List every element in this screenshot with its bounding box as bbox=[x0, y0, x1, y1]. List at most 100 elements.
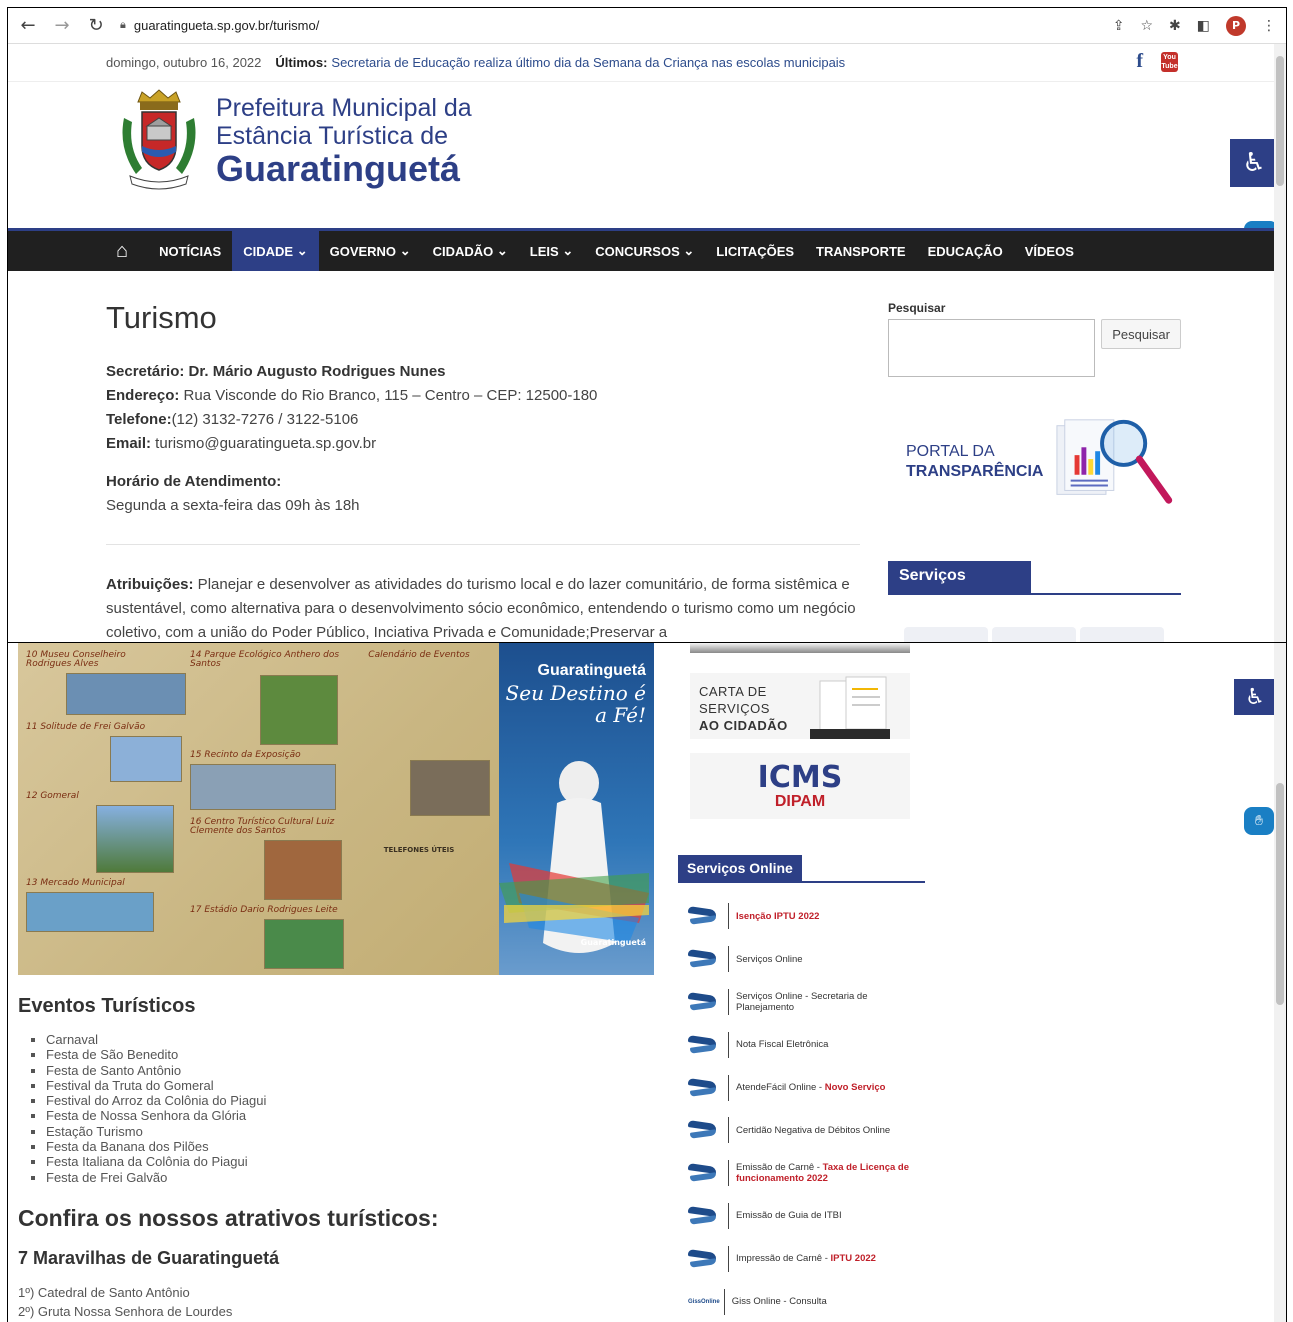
scrollbar[interactable] bbox=[1274, 643, 1286, 1322]
header-title-city: Guaratinguetá bbox=[216, 148, 461, 189]
nav-cidadao[interactable]: CIDADÃO ⌄ bbox=[422, 231, 519, 271]
service-logo-icon bbox=[688, 1204, 718, 1228]
youtube-icon[interactable]: You Tube bbox=[1161, 51, 1178, 72]
facebook-icon[interactable]: f bbox=[1136, 50, 1143, 73]
page-title: Turismo bbox=[106, 300, 217, 335]
latest-news-link[interactable]: Secretaria de Educação realiza último di… bbox=[331, 55, 845, 70]
nav-cidade[interactable]: CIDADE ⌄ bbox=[232, 231, 319, 271]
secretary-info: Secretário: Dr. Mário Augusto Rodrigues … bbox=[106, 363, 446, 380]
list-item: 2º) Gruta Nossa Senhora de Lourdes bbox=[18, 1303, 233, 1319]
icms-dipam-banner[interactable]: ICMS DIPAM bbox=[690, 753, 910, 819]
brochure-logo-text: Guaratinguetá bbox=[580, 938, 646, 947]
nav-governo[interactable]: GOVERNO ⌄ bbox=[319, 231, 422, 271]
profile-avatar[interactable]: P bbox=[1226, 15, 1246, 36]
star-icon[interactable]: ☆ bbox=[1140, 18, 1153, 34]
browser-window-bottom: 10 Museu Conselheiro Rodrigues Alves 11 … bbox=[7, 643, 1287, 1322]
hours-text: Segunda a sexta-feira das 09h às 18h bbox=[106, 497, 360, 514]
online-service-planning[interactable]: Serviços Online - Secretaria de Planejam… bbox=[688, 981, 928, 1024]
list-item: Festa de Nossa Senhora da Glória bbox=[46, 1108, 658, 1123]
email-link[interactable]: turismo@guaratingueta.sp.gov.br bbox=[151, 435, 376, 452]
online-service-certidao[interactable]: Certidão Negativa de Débitos Online bbox=[688, 1109, 928, 1152]
wonders-title: 7 Maravilhas de Guaratinguetá bbox=[18, 1247, 280, 1268]
online-service-itbi[interactable]: Emissão de Guia de ITBI bbox=[688, 1195, 928, 1238]
list-item: 1º) Catedral de Santo Antônio bbox=[18, 1284, 190, 1300]
online-service-carne-taxa[interactable]: Emissão de Carnê - Taxa de Licença de fu… bbox=[688, 1152, 928, 1195]
site-header[interactable]: Prefeitura Municipal da Estância Turísti… bbox=[116, 88, 472, 194]
online-services-heading: Serviços Online bbox=[678, 855, 925, 883]
email-info: Email: turismo@guaratingueta.sp.gov.br bbox=[106, 435, 377, 452]
city-crest-logo[interactable] bbox=[116, 88, 202, 194]
events-section: Eventos Turísticos Carnaval Festa de São… bbox=[18, 995, 658, 1321]
services-icons-row bbox=[904, 627, 1181, 642]
nav-educacao[interactable]: EDUCAÇÃO bbox=[917, 231, 1014, 271]
transparency-portal-banner[interactable]: PORTAL DA TRANSPARÊNCIA bbox=[888, 415, 1181, 509]
online-service-giss[interactable]: GissOnline Giss Online - Consulta bbox=[688, 1280, 928, 1322]
service-logo-icon bbox=[688, 1118, 718, 1142]
service-logo-icon bbox=[688, 1033, 718, 1057]
sidebar: Pesquisar Pesquisar PORTAL DA TRANSPARÊN… bbox=[888, 301, 1181, 642]
service-card[interactable] bbox=[1080, 627, 1164, 642]
accessibility-icon[interactable]: ♿︎ bbox=[1234, 679, 1276, 715]
service-logo-icon bbox=[688, 904, 718, 928]
attractions-title: Confira os nossos atrativos turísticos: bbox=[18, 1204, 439, 1231]
top-news-bar: domingo, outubro 16, 2022 Últimos: Secre… bbox=[8, 44, 1278, 82]
list-item: Festa da Banana dos Pilões bbox=[46, 1139, 658, 1154]
service-logo-icon bbox=[688, 1076, 718, 1100]
document-icon bbox=[810, 676, 890, 739]
nav-concursos[interactable]: CONCURSOS ⌄ bbox=[584, 231, 705, 271]
service-card[interactable] bbox=[992, 627, 1076, 642]
online-services-list: Isenção IPTU 2022 Serviços Online Serviç… bbox=[678, 895, 928, 1322]
tourism-brochure-image: 10 Museu Conselheiro Rodrigues Alves 11 … bbox=[18, 643, 654, 975]
service-logo-icon bbox=[688, 947, 718, 971]
brochure-column-2: 14 Parque Ecológico Anthero dos Santos 1… bbox=[190, 651, 344, 969]
online-service-iptu-exemption[interactable]: Isenção IPTU 2022 bbox=[688, 895, 928, 938]
main-content: Turismo Secretário: Dr. Mário Augusto Ro… bbox=[106, 298, 860, 642]
carta-servicos-banner[interactable]: CARTA DE SERVIÇOS AO CIDADÃO bbox=[690, 673, 910, 739]
list-item: Festival da Truta do Gomeral bbox=[46, 1078, 658, 1093]
lock-icon: 🔒︎ bbox=[120, 19, 126, 31]
online-service-nfe[interactable]: Nota Fiscal Eletrônica bbox=[688, 1023, 928, 1066]
nav-videos[interactable]: VÍDEOS bbox=[1014, 231, 1085, 271]
extensions-icon[interactable]: ✱ bbox=[1169, 18, 1181, 34]
nav-transporte[interactable]: TRANSPORTE bbox=[805, 231, 917, 271]
scrollbar[interactable] bbox=[1274, 44, 1286, 642]
search-button[interactable]: Pesquisar bbox=[1101, 319, 1181, 349]
online-service-carne-iptu[interactable]: Impressão de Carnê - IPTU 2022 bbox=[688, 1237, 928, 1280]
sidepanel-icon[interactable]: ◧ bbox=[1197, 18, 1210, 34]
services-heading: Serviços bbox=[888, 561, 1181, 595]
events-list: Carnaval Festa de São Benedito Festa de … bbox=[18, 1032, 658, 1185]
portal-line2: TRANSPARÊNCIA bbox=[906, 463, 1044, 480]
chevron-down-icon: ⌄ bbox=[683, 243, 695, 258]
menu-icon[interactable]: ⋮ bbox=[1262, 18, 1276, 34]
online-service-atendefacil[interactable]: AtendeFácil Online - Novo Serviço bbox=[688, 1066, 928, 1109]
reload-icon[interactable]: ↻ bbox=[86, 15, 106, 36]
statue-illustration bbox=[499, 761, 649, 953]
list-item: Festa Italiana da Colônia do Piagui bbox=[46, 1154, 658, 1169]
back-icon[interactable]: ← bbox=[18, 15, 38, 36]
service-card[interactable] bbox=[904, 627, 988, 642]
address-bar[interactable]: 🔒︎ guaratingueta.sp.gov.br/turismo/ bbox=[120, 18, 1099, 33]
url-text[interactable]: guaratingueta.sp.gov.br/turismo/ bbox=[134, 18, 319, 33]
sign-language-icon[interactable]: ✋︎ bbox=[1244, 807, 1274, 835]
nav-licitacoes[interactable]: LICITAÇÕES bbox=[705, 231, 805, 271]
brochure-column-1: 10 Museu Conselheiro Rodrigues Alves 11 … bbox=[26, 651, 186, 932]
forward-icon[interactable]: → bbox=[52, 15, 72, 36]
list-item: Estação Turismo bbox=[46, 1124, 658, 1139]
portal-line1: PORTAL DA bbox=[906, 443, 995, 460]
current-date: domingo, outubro 16, 2022 bbox=[106, 55, 262, 70]
sidebar-services: CARTA DE SERVIÇOS AO CIDADÃO ICMS DIPAM … bbox=[678, 643, 928, 1322]
chevron-down-icon: ⌄ bbox=[496, 243, 508, 258]
service-logo-icon bbox=[688, 1247, 718, 1271]
header-title-line2: Estância Turística de bbox=[216, 122, 449, 150]
search-input[interactable] bbox=[888, 319, 1096, 377]
nav-noticias[interactable]: NOTÍCIAS bbox=[148, 231, 232, 271]
nav-leis[interactable]: LEIS ⌄ bbox=[519, 231, 584, 271]
online-service-general[interactable]: Serviços Online bbox=[688, 938, 928, 981]
search-label: Pesquisar bbox=[888, 301, 946, 315]
browser-toolbar: ← → ↻ 🔒︎ guaratingueta.sp.gov.br/turismo… bbox=[8, 8, 1286, 44]
home-icon[interactable]: ⌂ bbox=[116, 240, 128, 263]
service-logo-icon bbox=[688, 1161, 718, 1185]
main-navigation: ⌂ NOTÍCIAS CIDADE ⌄ GOVERNO ⌄ CIDADÃO ⌄ … bbox=[8, 228, 1278, 271]
accessibility-icon[interactable]: ♿︎ bbox=[1230, 139, 1278, 187]
share-icon[interactable]: ⇪ bbox=[1113, 18, 1125, 34]
